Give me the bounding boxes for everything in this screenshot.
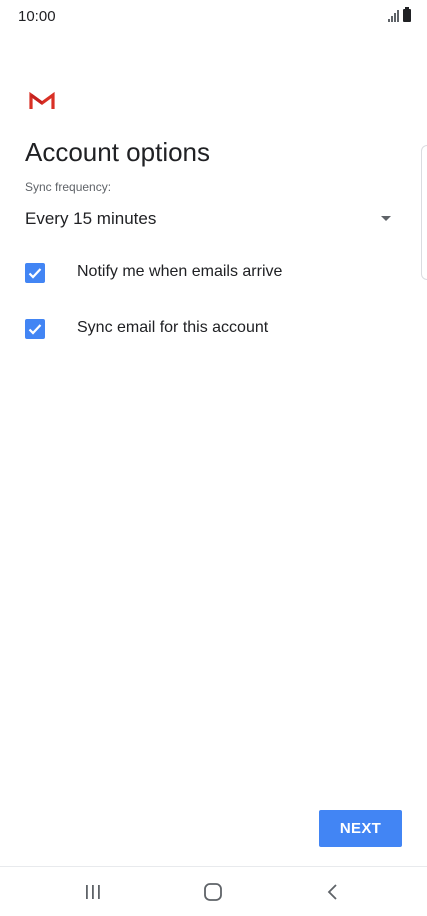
next-button[interactable]: NEXT [319,810,402,847]
notify-emails-label: Notify me when emails arrive [77,263,283,280]
account-options-screen: 10:00 Account options Sync frequency: Ev… [0,0,427,916]
status-bar: 10:00 [0,0,427,34]
gmail-logo-icon [29,91,55,111]
navigation-bar [0,866,427,916]
edge-panel-handle[interactable] [421,145,427,280]
recents-icon [86,885,100,899]
sync-frequency-label: Sync frequency: [25,180,112,194]
sync-email-option[interactable]: Sync email for this account [25,314,397,344]
sync-frequency-dropdown[interactable]: Every 15 minutes [25,204,397,236]
signal-icon [388,10,399,22]
sync-frequency-value: Every 15 minutes [25,209,157,228]
sync-email-checkbox[interactable] [25,319,45,339]
back-button[interactable] [293,867,373,916]
status-time: 10:00 [18,8,56,25]
notify-emails-option[interactable]: Notify me when emails arrive [25,258,397,288]
dropdown-arrow-icon [381,216,391,221]
notify-emails-checkbox[interactable] [25,263,45,283]
battery-icon [403,7,411,22]
checkmark-icon [28,324,42,335]
checkmark-icon [28,268,42,279]
page-title: Account options [25,137,211,167]
back-icon [327,884,337,900]
home-icon [204,883,222,901]
home-button[interactable] [173,867,253,916]
recents-button[interactable] [53,867,133,916]
sync-email-label: Sync email for this account [77,319,269,336]
status-icons [388,7,411,22]
